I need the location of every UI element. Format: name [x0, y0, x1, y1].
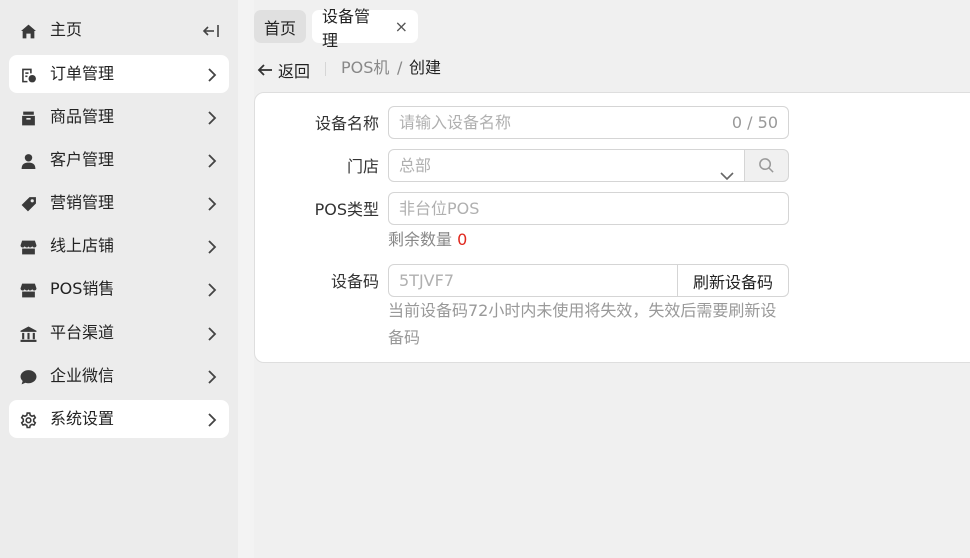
tab-label: 设备管理 [322, 6, 371, 50]
store-label: 门店 [346, 157, 379, 176]
remaining-label: 剩余数量 [388, 230, 453, 249]
back-button[interactable]: 返回 [257, 58, 310, 82]
tab-device-management[interactable]: 设备管理 × [312, 7, 418, 50]
store-search-button[interactable] [744, 149, 789, 182]
device-code-hint: 当前设备码72小时内未使用将失效，失效后需要刷新设备码 [388, 301, 777, 347]
sidebar: 主页 订单管理 商品管理 客户管理 营销管理 线上店铺 POS销售 平台渠道 企… [0, 0, 238, 558]
sidebar-item-products[interactable]: 商品管理 [9, 98, 229, 136]
remaining-count: 0 [457, 230, 468, 249]
sidebar-item-label: 企业微信 [50, 366, 115, 385]
arrow-left-icon [257, 64, 272, 76]
sidebar-item-label: 客户管理 [50, 150, 115, 169]
breadcrumb-current: 创建 [409, 58, 442, 77]
remaining-quantity: 剩余数量 0 [388, 230, 467, 250]
sidebar-item-label: 系统设置 [50, 409, 115, 428]
gear-icon [19, 411, 37, 429]
home-icon [19, 22, 37, 40]
order-icon [19, 66, 37, 84]
search-icon [759, 158, 774, 173]
collapse-sidebar-icon[interactable] [202, 23, 220, 39]
sidebar-item-home[interactable]: 主页 [9, 11, 229, 49]
tab-home[interactable]: 首页 [254, 10, 306, 43]
refresh-device-code-button[interactable]: 刷新设备码 [677, 264, 789, 297]
device-code-value: 5TJVF7 [399, 271, 454, 290]
chevron-right-icon [207, 153, 217, 168]
sidebar-item-label: 订单管理 [50, 64, 115, 83]
sidebar-item-customers[interactable]: 客户管理 [9, 141, 229, 179]
device-code-label: 设备码 [330, 272, 379, 291]
pos-type-field[interactable]: 非台位POS [388, 192, 789, 225]
chevron-right-icon [207, 239, 217, 254]
chevron-right-icon [207, 67, 217, 82]
sidebar-item-label: 商品管理 [50, 107, 115, 126]
chevron-right-icon [207, 196, 217, 211]
sidebar-item-system-settings[interactable]: 系统设置 [9, 400, 229, 438]
device-code-field[interactable]: 5TJVF7 [388, 264, 678, 297]
device-name-label: 设备名称 [314, 114, 379, 133]
shop-icon [19, 238, 37, 256]
store-select[interactable]: 总部 [388, 149, 745, 182]
tab-label: 首页 [264, 18, 297, 38]
pos-type-value: 非台位POS [399, 199, 480, 218]
customer-icon [19, 152, 37, 170]
sidebar-item-label: POS销售 [50, 279, 115, 298]
device-name-placeholder: 请输入设备名称 [399, 113, 512, 132]
sidebar-item-label: 平台渠道 [50, 323, 115, 342]
sidebar-item-label: 营销管理 [50, 193, 115, 212]
chevron-right-icon [207, 282, 217, 297]
sidebar-item-orders[interactable]: 订单管理 [9, 55, 229, 93]
bank-icon [19, 325, 37, 343]
product-icon [19, 109, 37, 127]
back-label: 返回 [278, 62, 311, 81]
chevron-down-icon [720, 160, 734, 181]
close-icon[interactable]: × [395, 17, 408, 36]
sidebar-item-marketing[interactable]: 营销管理 [9, 184, 229, 222]
sidebar-item-pos-sales[interactable]: POS销售 [9, 270, 229, 308]
device-form-card: 设备名称 请输入设备名称 0 / 50 门店 总部 POS类型 非台位POS 剩… [254, 92, 970, 363]
chevron-right-icon [207, 110, 217, 125]
device-name-input[interactable]: 请输入设备名称 0 / 50 [388, 106, 789, 139]
chat-icon [19, 368, 37, 386]
sidebar-gutter [238, 0, 254, 558]
breadcrumb-separator: / [397, 58, 403, 77]
sidebar-item-platform-channels[interactable]: 平台渠道 [9, 314, 229, 352]
char-counter: 0 / 50 [731, 113, 778, 132]
pos-type-label: POS类型 [314, 200, 379, 219]
breadcrumb-pos[interactable]: POS机 [341, 58, 389, 78]
breadcrumb-divider [325, 62, 326, 76]
store-icon [19, 281, 37, 299]
refresh-button-label: 刷新设备码 [692, 272, 773, 292]
store-select-value: 总部 [399, 156, 432, 175]
chevron-right-icon [207, 369, 217, 384]
chevron-right-icon [207, 326, 217, 341]
chevron-right-icon [207, 412, 217, 427]
sidebar-item-label: 主页 [50, 20, 83, 39]
sidebar-item-online-shop[interactable]: 线上店铺 [9, 227, 229, 265]
sidebar-item-label: 线上店铺 [50, 236, 115, 255]
sidebar-item-wecom[interactable]: 企业微信 [9, 357, 229, 395]
tag-icon [19, 195, 37, 213]
